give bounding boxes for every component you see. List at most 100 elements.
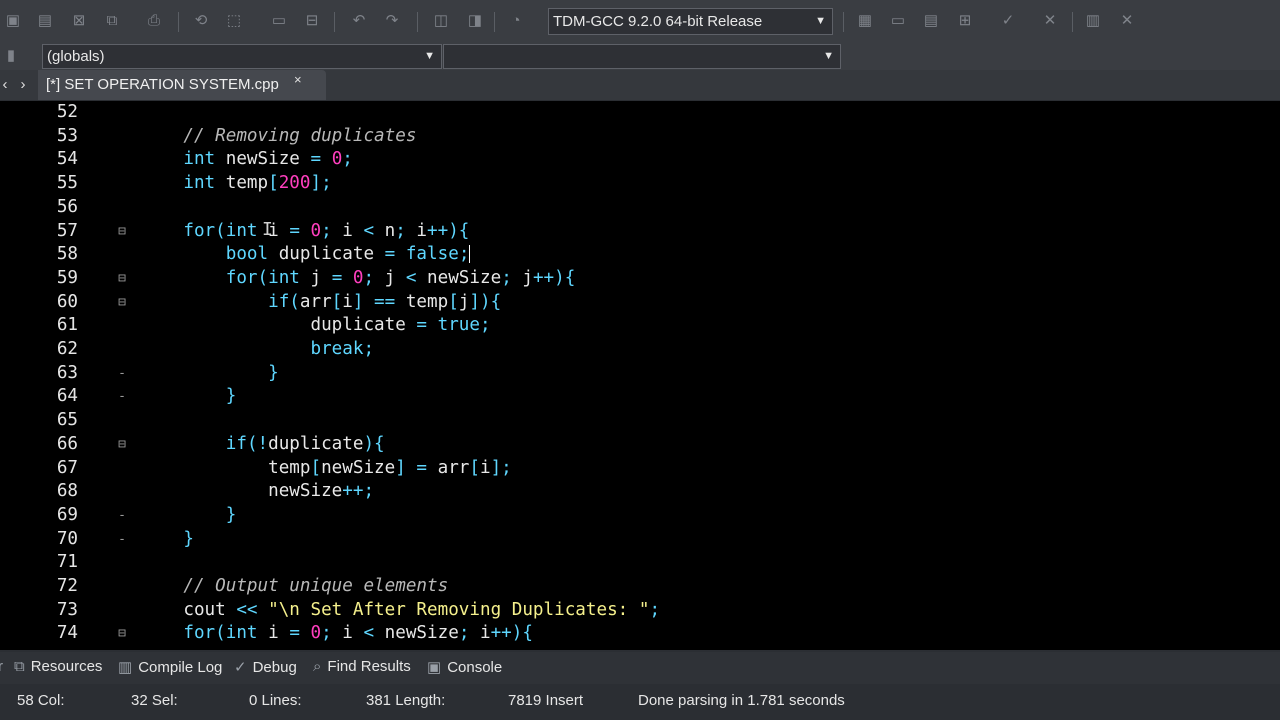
replace-icon[interactable]: ⬚ xyxy=(225,12,243,30)
code-line[interactable]: 71 xyxy=(36,551,1280,575)
code-text: break; xyxy=(141,338,374,362)
fold-collapse-icon[interactable]: ⊟ xyxy=(116,220,128,244)
line-number: 66 xyxy=(56,433,78,454)
code-line[interactable]: 66 ⊟ if(!duplicate){ xyxy=(36,433,1280,457)
chevron-down-icon: ▼ xyxy=(823,50,834,62)
undo-icon[interactable]: ↶ xyxy=(350,12,368,30)
code-token: = xyxy=(416,315,428,336)
code-line[interactable]: 60 ⊟ if(arr[i] == temp[j]){ xyxy=(36,291,1280,315)
tab-console[interactable]: ▣ Console xyxy=(427,658,502,676)
code-token: } xyxy=(183,528,194,549)
code-line[interactable]: 64 - } xyxy=(36,385,1280,409)
tab-resources[interactable]: ⧉ Resources xyxy=(14,658,102,675)
fold-collapse-icon[interactable]: ⊟ xyxy=(116,433,128,457)
code-line[interactable]: 52 xyxy=(36,101,1280,125)
close-all-icon[interactable]: ⧉ xyxy=(103,12,121,30)
fold-line-marker: - xyxy=(118,507,126,523)
code-token: i xyxy=(479,457,491,478)
code-token: i xyxy=(405,220,428,241)
tab-debug[interactable]: ✓ Debug xyxy=(234,658,297,676)
save-icon[interactable]: ▣ xyxy=(4,12,22,30)
tab-set-operation-system[interactable]: [*] SET OPERATION SYSTEM.cpp × xyxy=(38,70,326,100)
code-line[interactable]: 53 // Removing duplicates xyxy=(36,125,1280,149)
code-token: ; xyxy=(395,220,406,241)
chevron-right-icon[interactable]: › xyxy=(14,76,32,94)
stop-icon[interactable]: ✕ xyxy=(1041,12,1059,30)
close-icon[interactable]: ✕ xyxy=(1118,12,1136,30)
code-line[interactable]: 59 ⊟ for(int j = 0; j < newSize; j++){ xyxy=(36,267,1280,291)
compiler-select-value: TDM-GCC 9.2.0 64-bit Release xyxy=(553,13,763,30)
code-line[interactable]: 69 - } xyxy=(36,504,1280,528)
code-token: ; xyxy=(321,623,332,644)
code-token: } xyxy=(225,504,237,525)
new-class-icon[interactable]: ◫ xyxy=(432,12,450,30)
code-line[interactable]: 74 ⊟ for(int i = 0; i < newSize; i++){ xyxy=(36,622,1280,646)
code-line[interactable]: 54 int newSize = 0; xyxy=(36,148,1280,172)
text-caret xyxy=(469,245,471,264)
code-line[interactable]: 65 xyxy=(36,409,1280,433)
find-icon[interactable]: ⟲ xyxy=(192,12,210,30)
fold-collapse-icon[interactable]: ⊟ xyxy=(116,267,128,291)
fold-collapse-icon[interactable]: ⊟ xyxy=(116,291,128,315)
bookmark-icon[interactable]: ▮ xyxy=(2,47,20,65)
code-token: true xyxy=(437,315,480,336)
code-text: bool duplicate = false; xyxy=(141,243,471,267)
line-number: 60 xyxy=(56,291,78,312)
check-icon[interactable]: ✓ xyxy=(999,12,1017,30)
code-token: [ xyxy=(469,457,480,478)
line-number: 72 xyxy=(56,576,78,596)
tab-find-results[interactable]: ⌕ Find Results xyxy=(313,658,411,675)
code-line[interactable]: 63 - } xyxy=(36,362,1280,386)
indent-icon[interactable]: ▭ xyxy=(270,12,288,30)
unindent-icon[interactable]: ⊟ xyxy=(303,12,321,30)
compile-log-icon: ▥ xyxy=(118,659,133,676)
compile-icon[interactable]: ▦ xyxy=(856,12,874,30)
fold-collapse-icon[interactable]: ⊟ xyxy=(116,622,128,646)
save-all-icon[interactable]: ▤ xyxy=(36,12,54,30)
print-icon[interactable]: ⎙ xyxy=(145,12,163,30)
code-line[interactable]: 72 // Output unique elements xyxy=(36,575,1280,599)
chart-icon[interactable]: ▥ xyxy=(1084,12,1102,30)
code-token: ( xyxy=(215,623,226,644)
run-icon[interactable]: ▭ xyxy=(889,12,907,30)
compile-run-icon[interactable]: ▤ xyxy=(922,12,940,30)
member-select[interactable]: ▼ xyxy=(443,44,841,69)
compiler-select[interactable]: TDM-GCC 9.2.0 64-bit Release ▼ xyxy=(548,8,833,35)
code-line[interactable]: 55 int temp[200]; xyxy=(36,172,1280,196)
code-line[interactable]: 73 cout << "\n Set After Removing Duplic… xyxy=(36,599,1280,623)
code-line[interactable]: 56 xyxy=(36,196,1280,220)
code-line[interactable]: 58 bool duplicate = false; xyxy=(36,243,1280,267)
comment-icon[interactable]: ◔ xyxy=(507,12,525,30)
code-line[interactable]: 62 break; xyxy=(36,338,1280,362)
code-line[interactable]: 70 - } xyxy=(36,528,1280,552)
close-file-icon[interactable]: ⊠ xyxy=(70,12,88,30)
new-member-icon[interactable]: ◨ xyxy=(466,12,484,30)
code-text: int newSize = 0; xyxy=(141,148,353,172)
code-line[interactable]: 68 newSize++; xyxy=(36,480,1280,504)
line-number: 70 xyxy=(56,528,78,549)
code-token: i xyxy=(257,623,290,644)
code-editor[interactable]: 52 53 // Removing duplicates 54 int newSiz… xyxy=(0,101,1280,650)
line-number: 55 xyxy=(56,173,78,194)
line-number: 68 xyxy=(56,481,78,502)
code-line[interactable]: 57 ⊟ for(int i = 0; i < n; i++){ xyxy=(36,220,1280,244)
globals-select[interactable]: (globals) ▼ xyxy=(42,44,442,69)
tab-close-icon[interactable]: × xyxy=(294,72,302,87)
rebuild-icon[interactable]: ⊞ xyxy=(956,12,974,30)
code-token: ; xyxy=(458,623,470,644)
line-number: 71 xyxy=(56,552,78,573)
code-line[interactable]: 61 duplicate = true; xyxy=(36,314,1280,338)
code-line[interactable]: 67 temp[newSize] = arr[i]; xyxy=(36,457,1280,481)
tab-compile-log[interactable]: ▥ Compile Log xyxy=(118,658,222,676)
code-token: ; xyxy=(649,599,661,620)
redo-icon[interactable]: ↷ xyxy=(383,12,401,30)
chevron-left-icon[interactable]: ‹ xyxy=(0,76,14,94)
code-token: int xyxy=(268,267,300,288)
code-token: ]; xyxy=(310,173,332,194)
